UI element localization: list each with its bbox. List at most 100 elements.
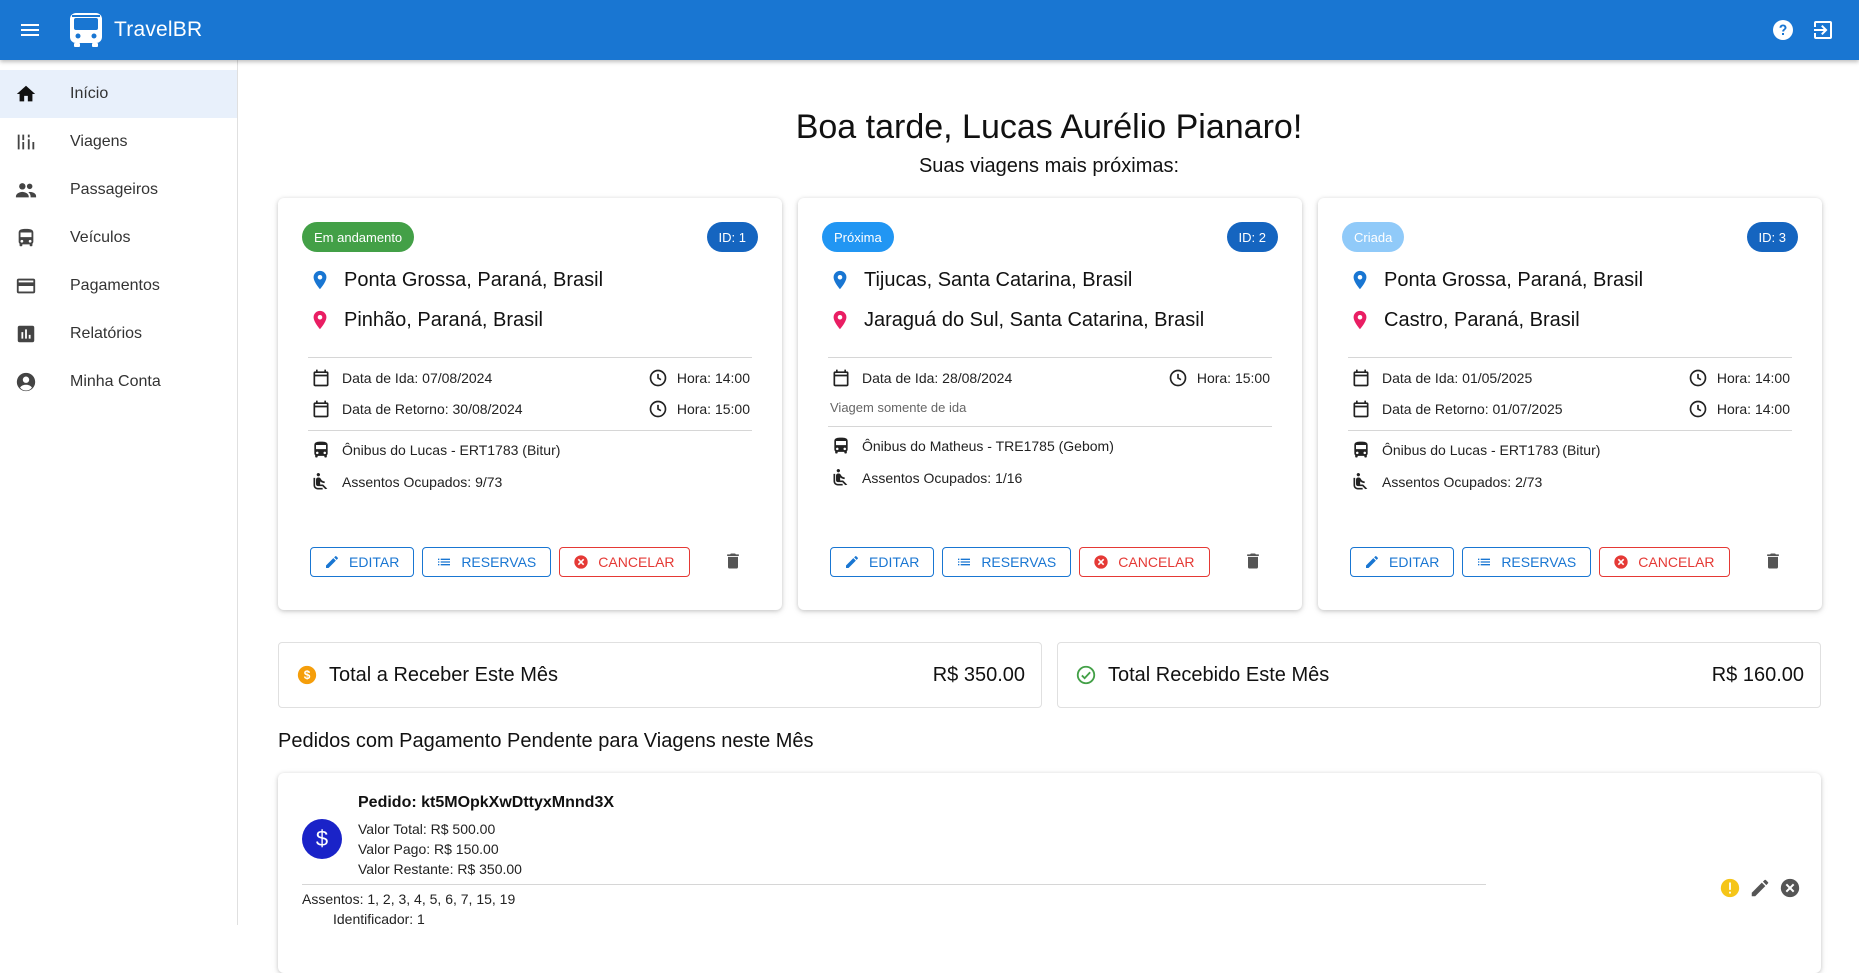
- sidebar-item-label: Pagamentos: [70, 277, 160, 294]
- cancel-order-icon[interactable]: [1779, 877, 1801, 899]
- routes-icon: [14, 130, 38, 154]
- card-actions: EDITAR RESERVAS CANCELAR: [1350, 547, 1730, 577]
- sidebar-item-label: Veículos: [70, 229, 131, 246]
- seats-row: Assentos Ocupados: 9/73: [310, 471, 750, 493]
- cancel-button[interactable]: CANCELAR: [559, 547, 690, 577]
- total-received: Total Recebido Este Mês R$ 160.00: [1057, 642, 1821, 708]
- app-bar: TravelBR: [0, 0, 1859, 60]
- menu-icon[interactable]: [0, 0, 60, 60]
- bus-icon: [14, 226, 38, 250]
- origin-pin-icon: [828, 268, 852, 292]
- cancel-button[interactable]: CANCELAR: [1079, 547, 1210, 577]
- seat-icon: [830, 467, 852, 489]
- help-icon[interactable]: [1769, 16, 1797, 44]
- divider: [308, 357, 752, 358]
- page-subtitle: Suas viagens mais próximas:: [918, 155, 1180, 177]
- button-label: EDITAR: [349, 554, 400, 570]
- edit-button[interactable]: EDITAR: [1350, 547, 1455, 577]
- departure-time: Hora: 15:00: [1196, 370, 1270, 386]
- sidebar-item-minha-conta[interactable]: Minha Conta: [0, 358, 237, 406]
- calendar-icon: [310, 398, 332, 420]
- clock-icon: [1167, 367, 1189, 389]
- sidebar-item-passageiros[interactable]: Passageiros: [0, 166, 237, 214]
- seats-text: Assentos Ocupados: 9/73: [342, 474, 503, 490]
- button-label: CANCELAR: [1118, 554, 1195, 570]
- pencil-icon: [1363, 553, 1381, 571]
- svg-text:$: $: [304, 668, 311, 682]
- vehicle-row: Ônibus do Matheus - TRE1785 (Gebom): [830, 435, 1270, 457]
- reservations-button[interactable]: RESERVAS: [1462, 547, 1592, 577]
- seats-row: Assentos Ocupados: 2/73: [1350, 471, 1790, 493]
- trip-id-badge: ID: 3: [1746, 222, 1798, 252]
- logout-icon[interactable]: [1809, 16, 1837, 44]
- destination-text: Pinhão, Paraná, Brasil: [344, 308, 544, 331]
- destination: Jaraguá do Sul, Santa Catarina, Brasil: [828, 308, 1204, 332]
- order-paid: Valor Pago: R$ 150.00: [358, 841, 499, 857]
- origin: Ponta Grossa, Paraná, Brasil: [308, 268, 603, 292]
- vehicle-row: Ônibus do Lucas - ERT1783 (Bitur): [1350, 439, 1790, 461]
- divider: [828, 357, 1272, 358]
- divider: [1348, 357, 1792, 358]
- origin-text: Ponta Grossa, Paraná, Brasil: [1384, 268, 1644, 291]
- main-content: Boa tarde, Lucas Aurélio Pianaro! Suas v…: [239, 60, 1859, 973]
- trash-icon[interactable]: [1762, 550, 1784, 572]
- sidebar-item-viagens[interactable]: Viagens: [0, 118, 237, 166]
- sidebar-item-relatorios[interactable]: Relatórios: [0, 310, 237, 358]
- vehicle-row: Ônibus do Lucas - ERT1783 (Bitur): [310, 439, 750, 461]
- trash-icon[interactable]: [722, 550, 744, 572]
- reservations-button[interactable]: RESERVAS: [942, 547, 1072, 577]
- clock-icon: [647, 398, 669, 420]
- warning-icon[interactable]: [1719, 877, 1741, 899]
- sidebar-item-label: Viagens: [70, 133, 128, 150]
- button-label: EDITAR: [869, 554, 920, 570]
- sidebar-item-veiculos[interactable]: Veículos: [0, 214, 237, 262]
- card-actions: EDITAR RESERVAS CANCELAR: [310, 547, 690, 577]
- seat-icon: [310, 471, 332, 493]
- vehicle-text: Ônibus do Lucas - ERT1783 (Bitur): [342, 442, 561, 458]
- departure-date: Data de Ida: 01/05/2025: [1382, 370, 1533, 386]
- destination-pin-icon: [1348, 308, 1372, 332]
- seats-text: Assentos Ocupados: 2/73: [1382, 474, 1543, 490]
- order-seats: Assentos: 1, 2, 3, 4, 5, 6, 7, 15, 19: [302, 891, 516, 907]
- cancel-button[interactable]: CANCELAR: [1599, 547, 1730, 577]
- sidebar-item-label: Relatórios: [70, 325, 143, 342]
- divider: [828, 426, 1272, 427]
- trash-icon[interactable]: [1242, 550, 1264, 572]
- button-label: CANCELAR: [1638, 554, 1715, 570]
- order-card: $ Pedido: kt5MOpkXwDttyxMnnd3X Valor Tot…: [278, 773, 1821, 973]
- order-id: Pedido: kt5MOpkXwDttyxMnnd3X: [358, 794, 615, 811]
- sidebar-item-pagamentos[interactable]: Pagamentos: [0, 262, 237, 310]
- origin: Ponta Grossa, Paraná, Brasil: [1348, 268, 1643, 292]
- bus-icon: [310, 439, 332, 461]
- status-badge: Criada: [1342, 222, 1405, 252]
- seats-row: Assentos Ocupados: 1/16: [830, 467, 1270, 489]
- page-title: Boa tarde, Lucas Aurélio Pianaro!: [795, 108, 1303, 146]
- app-title: TravelBR: [114, 18, 203, 41]
- cancel-circle-icon: [572, 553, 590, 571]
- button-label: RESERVAS: [1501, 554, 1577, 570]
- calendar-icon: [310, 367, 332, 389]
- departure-date: Data de Ida: 07/08/2024: [342, 370, 493, 386]
- total-to-receive-label: Total a Receber Este Mês: [329, 663, 558, 686]
- card-actions: EDITAR RESERVAS CANCELAR: [830, 547, 1210, 577]
- departure-date: Data de Ida: 28/08/2024: [862, 370, 1013, 386]
- bus-icon: [830, 435, 852, 457]
- clock-icon: [647, 367, 669, 389]
- destination: Castro, Paraná, Brasil: [1348, 308, 1580, 332]
- return-time: Hora: 14:00: [1716, 401, 1790, 417]
- account-icon: [14, 370, 38, 394]
- edit-button[interactable]: EDITAR: [310, 547, 415, 577]
- edit-order-icon[interactable]: [1749, 877, 1771, 899]
- total-received-value: R$ 160.00: [1711, 663, 1804, 686]
- home-icon: [14, 82, 38, 106]
- trip-card: Próxima ID: 2 Tijucas, Santa Catarina, B…: [798, 198, 1302, 610]
- origin-pin-icon: [308, 268, 332, 292]
- sidebar-item-inicio[interactable]: Início: [0, 70, 237, 118]
- check-circle-icon: [1074, 663, 1098, 687]
- one-way-note: Viagem somente de ida: [830, 400, 967, 415]
- order-actions: [1719, 877, 1801, 899]
- edit-button[interactable]: EDITAR: [830, 547, 935, 577]
- origin-text: Tijucas, Santa Catarina, Brasil: [864, 268, 1133, 291]
- reservations-button[interactable]: RESERVAS: [422, 547, 552, 577]
- trip-card: Em andamento ID: 1 Ponta Grossa, Paraná,…: [278, 198, 782, 610]
